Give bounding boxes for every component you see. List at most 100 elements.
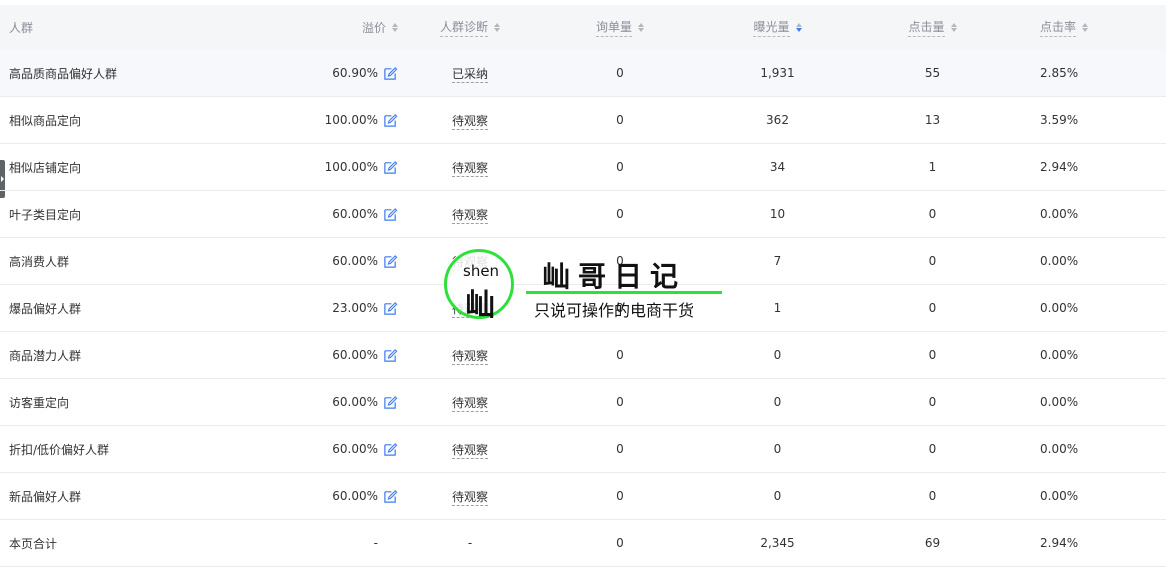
- diagnosis-status[interactable]: 待观察: [451, 489, 488, 506]
- clicks-value: 0: [928, 489, 937, 503]
- ctr-value: 0.00%: [1040, 395, 1079, 409]
- clicks-value: 0: [928, 348, 937, 362]
- crowd-name: 高消费人群: [9, 254, 70, 269]
- diagnosis-cell: 待观察: [400, 112, 540, 130]
- diagnosis-cell: 待观察: [400, 347, 540, 365]
- diagnosis-status[interactable]: 待观察: [451, 254, 488, 271]
- diagnosis-cell: 已采纳: [400, 65, 540, 83]
- crowd-name: 折扣/低价偏好人群: [9, 442, 110, 457]
- table-row[interactable]: 商品潜力人群 60.00% 待观察 0 0 0 0.00%: [0, 332, 1166, 379]
- edit-icon[interactable]: [383, 207, 398, 222]
- premium-cell: 60.00%: [270, 348, 400, 363]
- total-diagnosis: -: [467, 536, 473, 550]
- sort-icon[interactable]: [1082, 23, 1089, 32]
- inquiries-value: 0: [616, 348, 624, 362]
- col-header-inquiries[interactable]: 询单量: [540, 18, 700, 37]
- table-row[interactable]: 相似店铺定向 100.00% 待观察 0 34 1 2.94%: [0, 144, 1166, 191]
- clicks-value: 0: [928, 254, 937, 268]
- table-total-row: 本页合计 - - 0 2,345 69 2.94%: [0, 520, 1166, 567]
- edit-icon[interactable]: [383, 395, 398, 410]
- sort-icon[interactable]: [950, 23, 957, 32]
- diagnosis-status[interactable]: 待观察: [451, 348, 488, 365]
- premium-value: 60.00%: [332, 395, 378, 409]
- table-row[interactable]: 高品质商品偏好人群 60.90% 已采纳 0 1,931 55 2.85%: [0, 50, 1166, 97]
- inquiries-value: 0: [616, 66, 624, 80]
- crowd-name: 高品质商品偏好人群: [9, 66, 118, 81]
- total-inquiries: 0: [616, 536, 624, 550]
- premium-cell: 60.90%: [270, 66, 400, 81]
- impressions-value: 0: [773, 395, 782, 409]
- diagnosis-status[interactable]: 待观察: [451, 301, 488, 318]
- edit-icon[interactable]: [383, 113, 398, 128]
- edit-icon[interactable]: [383, 348, 398, 363]
- table-row[interactable]: 爆品偏好人群 23.00% 待观察 0 1 0 0.00%: [0, 285, 1166, 332]
- col-header-diagnosis[interactable]: 人群诊断: [400, 18, 540, 37]
- sort-icon[interactable]: [638, 23, 644, 32]
- col-header-crowd: 人群: [9, 21, 34, 35]
- diagnosis-cell: 待观察: [400, 253, 540, 271]
- clicks-value: 0: [928, 301, 937, 315]
- edit-icon[interactable]: [383, 66, 398, 81]
- table-header: 人群 溢价 人群诊断 询单量 曝光量 点击量 点击率: [0, 5, 1166, 50]
- impressions-value: 362: [766, 113, 789, 127]
- diagnosis-status[interactable]: 已采纳: [451, 66, 488, 83]
- premium-cell: 60.00%: [270, 489, 400, 504]
- total-label: 本页合计: [9, 536, 58, 551]
- table-row[interactable]: 访客重定向 60.00% 待观察 0 0 0 0.00%: [0, 379, 1166, 426]
- edit-icon[interactable]: [383, 254, 398, 269]
- premium-cell: 23.00%: [270, 301, 400, 316]
- table-row[interactable]: 高消费人群 60.00% 待观察 0 7 0 0.00%: [0, 238, 1166, 285]
- diagnosis-status[interactable]: 待观察: [451, 207, 488, 224]
- diagnosis-status[interactable]: 待观察: [451, 442, 488, 459]
- impressions-value: 0: [773, 489, 782, 503]
- impressions-value: 7: [773, 254, 782, 268]
- edit-icon[interactable]: [383, 442, 398, 457]
- premium-value: 60.00%: [332, 442, 378, 456]
- diagnosis-status[interactable]: 待观察: [451, 160, 488, 177]
- ctr-value: 0.00%: [1040, 301, 1079, 315]
- table-row[interactable]: 折扣/低价偏好人群 60.00% 待观察 0 0 0 0.00%: [0, 426, 1166, 473]
- diagnosis-cell: 待观察: [400, 159, 540, 177]
- table-row[interactable]: 新品偏好人群 60.00% 待观察 0 0 0 0.00%: [0, 473, 1166, 520]
- diagnosis-status[interactable]: 待观察: [451, 395, 488, 412]
- premium-cell: 100.00%: [270, 113, 400, 128]
- crowd-name: 叶子类目定向: [9, 207, 82, 222]
- edit-icon[interactable]: [383, 489, 398, 504]
- diagnosis-status[interactable]: 待观察: [451, 113, 488, 130]
- table-row[interactable]: 叶子类目定向 60.00% 待观察 0 10 0 0.00%: [0, 191, 1166, 238]
- ctr-value: 3.59%: [1040, 113, 1079, 127]
- premium-value: 100.00%: [324, 113, 378, 127]
- col-header-premium[interactable]: 溢价: [270, 19, 400, 36]
- col-header-clicks[interactable]: 点击量: [855, 18, 1010, 37]
- impressions-value: 1,931: [760, 66, 795, 80]
- premium-value: 60.00%: [332, 489, 378, 503]
- inquiries-value: 0: [616, 489, 624, 503]
- crowd-name: 商品潜力人群: [9, 348, 82, 363]
- inquiries-value: 0: [616, 442, 624, 456]
- premium-value: 60.90%: [332, 66, 378, 80]
- ctr-value: 2.94%: [1040, 160, 1079, 174]
- sort-icon[interactable]: [494, 23, 500, 32]
- inquiries-value: 0: [616, 395, 624, 409]
- diagnosis-cell: 待观察: [400, 488, 540, 506]
- clicks-value: 0: [928, 207, 937, 221]
- impressions-value: 0: [773, 442, 782, 456]
- total-ctr: 2.94%: [1040, 536, 1079, 550]
- ctr-value: 0.00%: [1040, 442, 1079, 456]
- inquiries-value: 0: [616, 301, 624, 315]
- clicks-value: 13: [924, 113, 941, 127]
- col-header-ctr[interactable]: 点击率: [1010, 18, 1166, 37]
- table-row[interactable]: 相似商品定向 100.00% 待观察 0 362 13 3.59%: [0, 97, 1166, 144]
- sort-icon[interactable]: [795, 23, 802, 32]
- sort-icon[interactable]: [392, 23, 398, 32]
- edit-icon[interactable]: [383, 160, 398, 175]
- ctr-value: 2.85%: [1040, 66, 1079, 80]
- premium-value: 60.00%: [332, 207, 378, 221]
- clicks-value: 55: [924, 66, 941, 80]
- impressions-value: 0: [773, 348, 782, 362]
- total-premium: -: [373, 536, 378, 550]
- edit-icon[interactable]: [383, 301, 398, 316]
- crowd-table: 人群 溢价 人群诊断 询单量 曝光量 点击量 点击率 高品质商品偏好人群 60.9…: [0, 5, 1166, 567]
- col-header-impressions[interactable]: 曝光量: [700, 18, 855, 37]
- diagnosis-cell: 待观察: [400, 441, 540, 459]
